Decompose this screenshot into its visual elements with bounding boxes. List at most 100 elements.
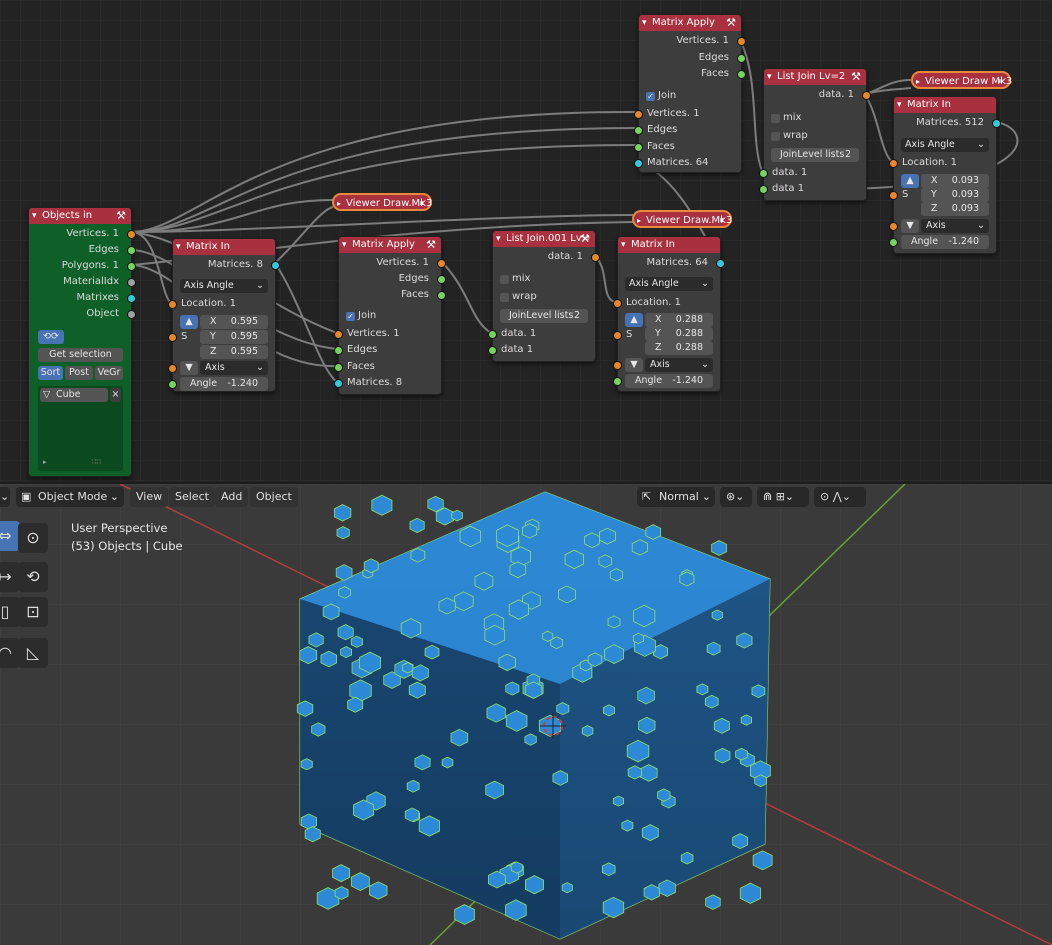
node-header[interactable]: Matrix Apply ⚒	[639, 15, 741, 31]
collapse-down-icon[interactable]: ▼	[625, 358, 643, 372]
socket[interactable]	[127, 246, 136, 255]
pivot-icon[interactable]: ⊛⌄	[720, 487, 752, 507]
socket[interactable]	[271, 261, 280, 270]
proportional-edit-icon[interactable]: ⊙ ⋀⌄	[814, 487, 866, 507]
join-checkbox[interactable]: ✓	[346, 312, 355, 321]
socket[interactable]	[127, 310, 136, 319]
socket[interactable]	[488, 330, 497, 339]
viewer-draw-node-2[interactable]: Viewer Draw.Mk3⏸	[632, 210, 732, 230]
mode-dropdown[interactable]: Axis Angle ⌄	[901, 138, 989, 152]
x-field[interactable]: X 0.288	[645, 313, 713, 327]
socket[interactable]	[488, 346, 497, 355]
socket[interactable]	[591, 253, 600, 262]
socket[interactable]	[737, 70, 746, 79]
get-selection-button[interactable]: Get selection	[38, 348, 123, 362]
collapse-up-icon[interactable]: ▲	[625, 313, 643, 327]
node-editor[interactable]: Objects in ⚒ Vertices. 1 Edges Polygons. …	[0, 0, 1052, 482]
scale-tool-icon[interactable]: ▯	[0, 597, 20, 627]
mode-dropdown[interactable]: Axis Angle ⌄	[625, 277, 713, 291]
socket[interactable]	[737, 37, 746, 46]
remove-icon[interactable]: ×	[110, 388, 121, 402]
socket[interactable]	[437, 291, 446, 300]
snap-icon[interactable]: ⋒ ⊞⌄	[757, 487, 809, 507]
socket[interactable]	[613, 331, 622, 340]
object-item[interactable]: ▽ Cube	[40, 388, 108, 402]
axis-dropdown[interactable]: Axis ⌄	[200, 361, 268, 375]
angle-field[interactable]: Angle -1.240	[625, 374, 713, 388]
socket[interactable]	[613, 377, 622, 386]
socket[interactable]	[168, 300, 177, 309]
collapse-up-icon[interactable]: ▲	[180, 315, 198, 329]
menu-select[interactable]: Select	[169, 487, 215, 507]
node-header[interactable]: Matrix In	[894, 97, 996, 113]
objects-in-node[interactable]: Objects in ⚒ Vertices. 1 Edges Polygons. …	[28, 207, 136, 477]
node-header[interactable]: List Join Lv=2 ⚒	[764, 69, 866, 85]
socket[interactable]	[634, 126, 643, 135]
editor-type-icon[interactable]: ⌄	[0, 487, 10, 507]
menu-view[interactable]: View	[130, 487, 169, 507]
collapse-down-icon[interactable]: ▼	[901, 219, 919, 233]
viewer-draw-node-1[interactable]: Viewer Draw.Mk3⏸	[332, 193, 432, 213]
socket[interactable]	[889, 238, 898, 247]
refresh-icon[interactable]: ⟲⟳	[38, 330, 64, 344]
matrix-in-node-1[interactable]: Matrix In Matrices. 8 Axis Angle ⌄ Locati…	[168, 238, 280, 392]
socket[interactable]	[613, 299, 622, 308]
sort-button[interactable]: Sort	[38, 366, 63, 380]
axis-dropdown[interactable]: Axis ⌄	[645, 358, 713, 372]
x-field[interactable]: X 0.595	[200, 315, 268, 329]
rotate-icon[interactable]: ⟲	[18, 562, 48, 592]
matrix-in-node-2[interactable]: Matrix In Matrices. 64 Axis Angle ⌄ Locat…	[613, 236, 725, 392]
orientation-dropdown[interactable]: ⇱ Normal ⌄	[637, 487, 715, 507]
socket[interactable]	[168, 364, 177, 373]
expand-icon[interactable]: ▸	[43, 458, 47, 466]
menu-object[interactable]: Object	[250, 487, 298, 507]
mix-checkbox[interactable]	[500, 275, 509, 284]
socket[interactable]	[759, 185, 768, 194]
socket[interactable]	[127, 294, 136, 303]
grip-icon[interactable]: ∷∷	[92, 458, 101, 466]
socket[interactable]	[437, 259, 446, 268]
node-header[interactable]: Matrix Apply ⚒	[339, 237, 441, 253]
matrix-apply-node-2[interactable]: Matrix Apply⚒ Vertices. 1 Edges Faces ✓ …	[634, 14, 746, 173]
socket[interactable]	[889, 159, 898, 168]
z-field[interactable]: Z 0.595	[200, 345, 268, 359]
socket[interactable]	[437, 275, 446, 284]
matrix-apply-node-1[interactable]: Matrix Apply⚒ Vertices. 1 Edges Faces ✓ …	[334, 236, 446, 395]
collapse-up-icon[interactable]: ▲	[901, 174, 919, 188]
socket[interactable]	[737, 54, 746, 63]
collapse-down-icon[interactable]: ▼	[180, 361, 198, 375]
y-field[interactable]: Y 0.093	[921, 188, 989, 202]
socket[interactable]	[334, 363, 343, 372]
menu-add[interactable]: Add	[215, 487, 249, 507]
angle-field[interactable]: Angle -1.240	[901, 235, 989, 249]
move-tool-icon[interactable]: ⇔	[0, 521, 20, 551]
socket[interactable]	[634, 143, 643, 152]
object-list[interactable]: ▽ Cube × ▸ ∷∷	[38, 386, 123, 471]
mix-checkbox[interactable]	[771, 114, 780, 123]
object-mode-dropdown[interactable]: ▣ Object Mode ⌄	[16, 487, 124, 507]
socket[interactable]	[613, 361, 622, 370]
socket[interactable]	[889, 191, 898, 200]
socket[interactable]	[634, 110, 643, 119]
wrap-checkbox[interactable]	[771, 132, 780, 141]
post-button[interactable]: Post	[65, 366, 93, 380]
z-field[interactable]: Z 0.288	[645, 341, 713, 355]
angle-field[interactable]: Angle -1.240	[180, 377, 268, 391]
socket[interactable]	[716, 259, 725, 268]
socket[interactable]	[759, 169, 768, 178]
measure-icon[interactable]: ◺	[18, 638, 48, 668]
socket[interactable]	[334, 346, 343, 355]
annotate-icon[interactable]: ◠	[0, 638, 20, 668]
z-field[interactable]: Z 0.093	[921, 202, 989, 216]
node-header[interactable]: Objects in ⚒	[29, 208, 131, 224]
socket[interactable]	[634, 159, 643, 168]
socket[interactable]	[127, 230, 136, 239]
socket[interactable]	[992, 119, 1001, 128]
joinlevel-field[interactable]: JoinLevel lists 2	[771, 148, 859, 162]
socket[interactable]	[127, 278, 136, 287]
mode-dropdown[interactable]: Axis Angle ⌄	[180, 279, 268, 293]
wrap-checkbox[interactable]	[500, 293, 509, 302]
vegr-button[interactable]: VeGr	[95, 366, 123, 380]
viewport-canvas[interactable]	[0, 484, 1052, 945]
node-header[interactable]: Matrix In	[173, 239, 275, 255]
